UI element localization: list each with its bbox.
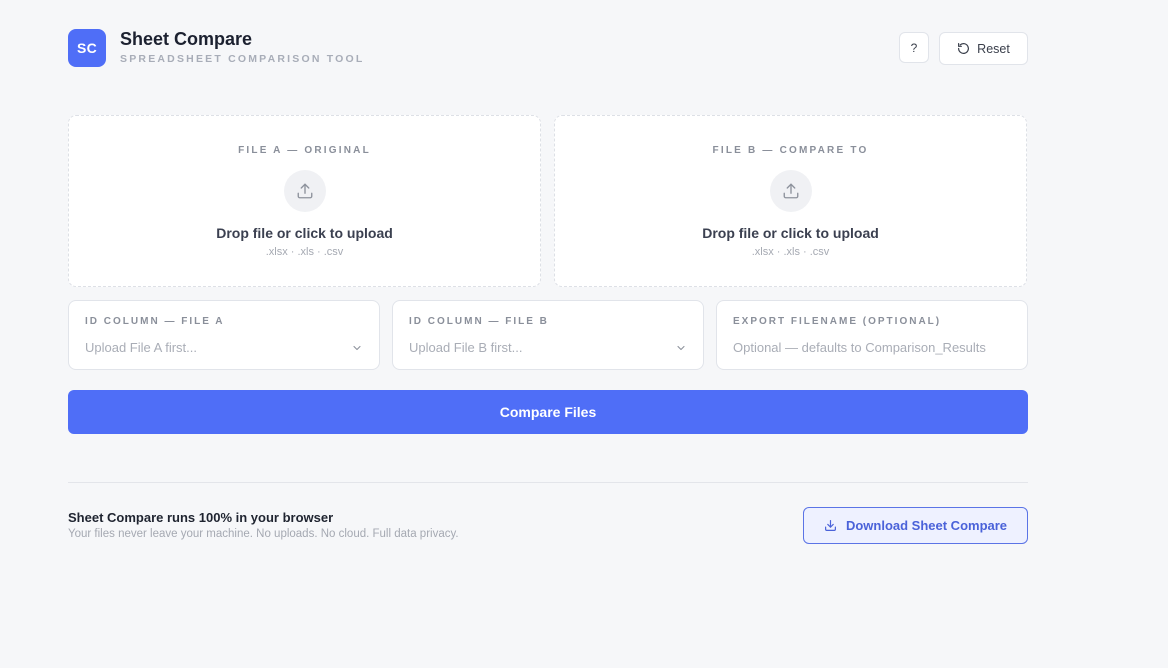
help-button[interactable]: ?: [899, 32, 929, 63]
file-b-prompt: Drop file or click to upload: [702, 225, 879, 241]
download-button[interactable]: Download Sheet Compare: [803, 507, 1028, 544]
app-root: SC Sheet Compare SPREADSHEET COMPARISON …: [68, 0, 1028, 544]
upload-icon: [283, 170, 326, 212]
app-header: SC Sheet Compare SPREADSHEET COMPARISON …: [68, 0, 1028, 100]
id-column-a-label: ID COLUMN — FILE A: [85, 316, 225, 327]
divider: [68, 482, 1028, 483]
download-icon: [824, 520, 836, 531]
file-b-dropzone[interactable]: FILE B — COMPARE TO Drop file or click t…: [554, 115, 1027, 287]
export-filename-field[interactable]: EXPORT FILENAME (OPTIONAL) Optional — de…: [716, 300, 1028, 370]
upload-icon: [769, 170, 812, 212]
chevron-down-icon: [353, 345, 361, 351]
file-b-hint: .xlsx · .xls · .csv: [751, 246, 830, 258]
app-logo: SC: [68, 29, 106, 67]
file-b-label: FILE B — COMPARE TO: [712, 145, 869, 156]
reset-button[interactable]: Reset: [939, 32, 1028, 65]
file-a-hint: .xlsx · .xls · .csv: [265, 246, 344, 258]
id-column-b-select[interactable]: ID COLUMN — FILE B Upload File B first..…: [392, 300, 704, 370]
compare-files-button[interactable]: Compare Files: [68, 390, 1028, 434]
download-label: Download Sheet Compare: [845, 518, 1008, 533]
privacy-title: Sheet Compare runs 100% in your browser: [68, 510, 334, 525]
id-column-b-label: ID COLUMN — FILE B: [409, 316, 549, 327]
file-a-label: FILE A — ORIGINAL: [238, 145, 371, 156]
file-a-prompt: Drop file or click to upload: [216, 225, 393, 241]
rotate-ccw-icon: [958, 43, 970, 54]
app-title: Sheet Compare: [120, 29, 253, 49]
id-column-a-placeholder: Upload File A first...: [85, 340, 197, 355]
reset-label: Reset: [977, 41, 1010, 56]
app-subtitle: SPREADSHEET COMPARISON TOOL: [120, 53, 365, 65]
export-filename-input[interactable]: Optional — defaults to Comparison_Result…: [733, 340, 986, 355]
export-filename-label: EXPORT FILENAME (OPTIONAL): [733, 316, 942, 327]
privacy-subtitle: Your files never leave your machine. No …: [68, 528, 459, 540]
id-column-b-placeholder: Upload File B first...: [409, 340, 523, 355]
file-a-dropzone[interactable]: FILE A — ORIGINAL Drop file or click to …: [68, 115, 541, 287]
id-column-a-select[interactable]: ID COLUMN — FILE A Upload File A first..…: [68, 300, 380, 370]
chevron-down-icon: [677, 345, 685, 351]
